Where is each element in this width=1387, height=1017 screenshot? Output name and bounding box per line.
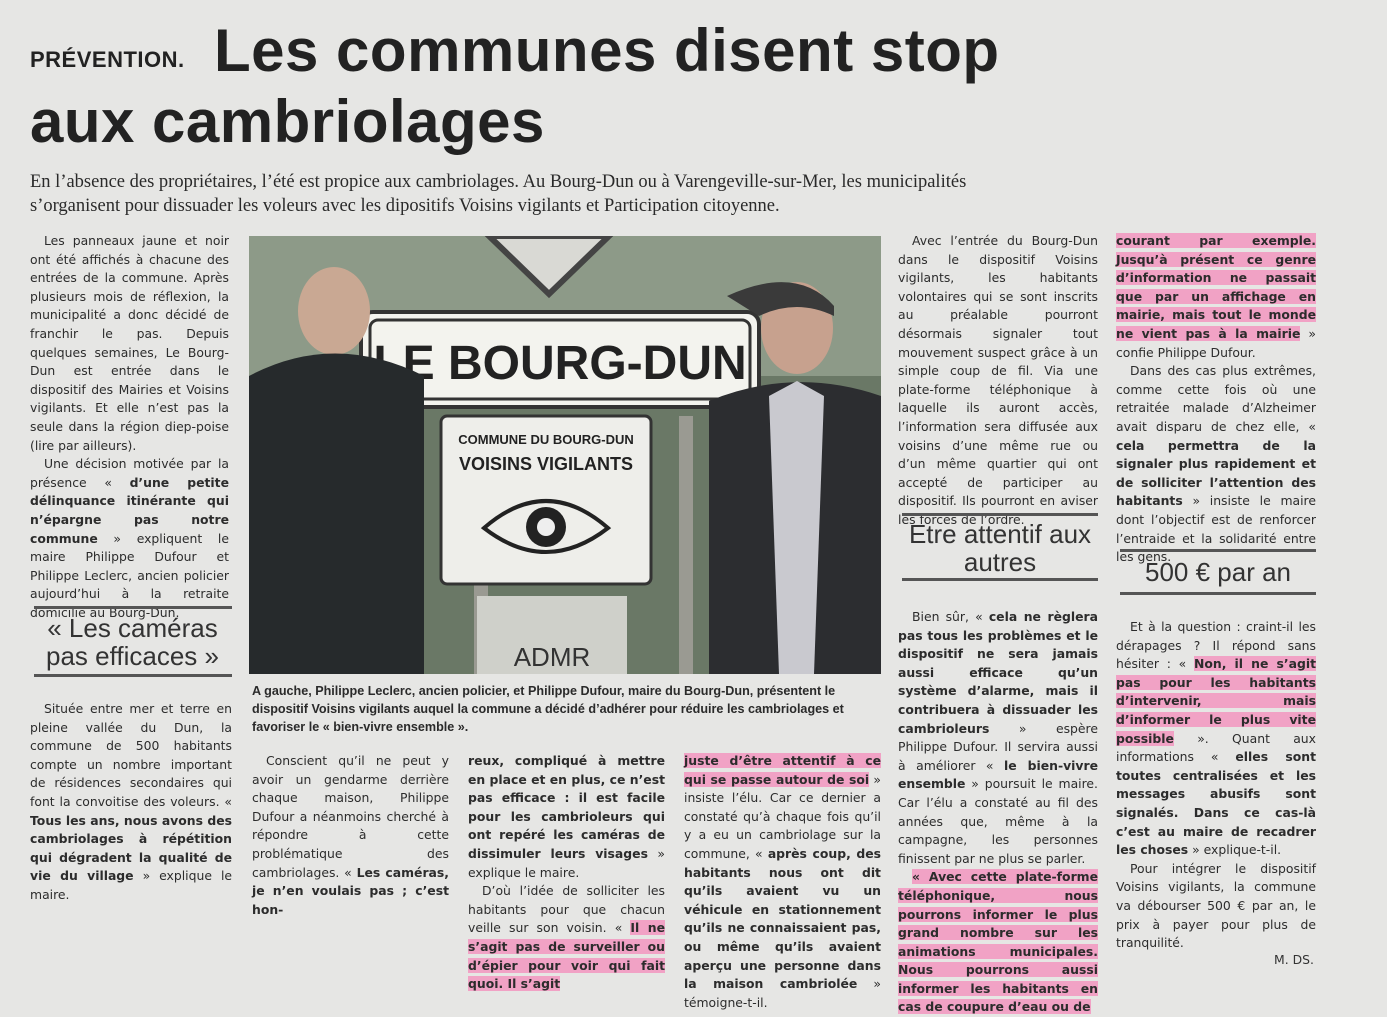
paragraph: Dans des cas plus extrêmes, comme cette … (1116, 362, 1316, 567)
text-run: Dans des cas plus extrêmes, comme cette … (1116, 363, 1316, 434)
text-run: Bien sûr, « (912, 609, 989, 624)
headline-line-1: Les communes disent stop (214, 17, 1000, 84)
paragraph: Située entre mer et terre en pleine vall… (30, 700, 232, 905)
paragraph: juste d’être attentif à ce qui se passe … (684, 752, 881, 1012)
lede: En l’absence des propriétaires, l’été es… (30, 170, 1370, 218)
kicker: PRÉVENTION. (30, 47, 185, 72)
subhead-rule-bottom (34, 674, 232, 677)
quote-text: reux, compliqué à mettre en place et en … (468, 753, 665, 861)
paragraph: Bien sûr, « cela ne règlera pas tous les… (898, 608, 1098, 868)
paragraph: Une décision motivée par la présence « d… (30, 455, 229, 622)
subhead-rule-top (902, 513, 1098, 516)
lede-line-2: s’organisent pour dissuader les voleurs … (30, 196, 780, 216)
paragraph: Pour intégrer le dispositif Voisins vigi… (1116, 860, 1316, 951)
column-4: juste d’être attentif à ce qui se passe … (684, 752, 881, 1012)
highlighted-quote: courant par exemple. Jusqu’à présent ce … (1116, 233, 1316, 341)
paragraph: Conscient qu’il ne peut y avoir un genda… (252, 752, 449, 919)
highlighted-quote: « Avec cette plate-forme téléphonique, n… (898, 869, 1098, 1015)
column-3: reux, compliqué à mettre en place et en … (468, 752, 665, 994)
subhead-rule-bottom (1120, 592, 1316, 595)
column-5-top: Avec l’entrée du Bourg-Dun dans le dispo… (898, 232, 1098, 530)
paragraph: Avec l’entrée du Bourg-Dun dans le dispo… (898, 233, 1098, 527)
author-signature: M. DS. (1274, 952, 1314, 967)
watch-sign-line-1: COMMUNE DU BOURG-DUN (458, 432, 634, 447)
quote-text: elles sont toutes centralisées et les me… (1116, 749, 1316, 858)
admr-label: ADMR (514, 642, 591, 672)
column-1-top: Les panneaux jaune et noir ont été affic… (30, 232, 229, 622)
paragraph: reux, compliqué à mettre en place et en … (468, 752, 665, 882)
subhead-cameras: « Les caméras pas efficaces » (46, 613, 219, 671)
headline-line-2: aux cambriolages (30, 88, 545, 155)
subhead-attentif: Etre attentif aux autres (908, 519, 1092, 577)
column-6-top: courant par exemple. Jusqu’à présent ce … (1116, 232, 1316, 567)
paragraph: « Avec cette plate-forme téléphonique, n… (898, 868, 1098, 1017)
column-5-bottom: Bien sûr, « cela ne règlera pas tous les… (898, 608, 1098, 1017)
photo-illustration: LE BOURG-DUN COMMUNE DU BOURG-DUN VOISIN… (249, 236, 881, 674)
photo-caption: A gauche, Philippe Leclerc, ancien polic… (252, 684, 844, 734)
paragraph: D’où l’idée de solliciter les habitants … (468, 882, 665, 994)
subhead-rule-top (34, 606, 232, 609)
text-run: Située entre mer et terre en pleine vall… (30, 701, 232, 809)
sign-post (679, 416, 693, 674)
column-1-bottom: Située entre mer et terre en pleine vall… (30, 700, 232, 905)
quote-text: après coup, des habitants nous ont dit q… (684, 845, 882, 992)
subhead-rule-top (1120, 549, 1316, 552)
paragraph: courant par exemple. Jusqu’à présent ce … (1116, 232, 1316, 362)
text-run: » explique-t-il. (1188, 842, 1282, 858)
subhead-500-euros: 500 € par an (1144, 557, 1291, 587)
subhead-rule-bottom (902, 578, 1098, 581)
photo: LE BOURG-DUN COMMUNE DU BOURG-DUN VOISIN… (249, 236, 881, 674)
watch-sign-line-2: VOISINS VIGILANTS (459, 454, 633, 474)
lede-line-1: En l’absence des propriétaires, l’été es… (30, 172, 967, 192)
town-sign-label: LE BOURG-DUN (373, 337, 746, 390)
column-2: Conscient qu’il ne peut y avoir un genda… (252, 752, 449, 919)
highlighted-quote: juste d’être attentif à ce qui se passe … (684, 753, 881, 787)
column-6-bottom: Et à la question : craint-il les dérapag… (1116, 618, 1316, 953)
paragraph: Les panneaux jaune et noir ont été affic… (30, 233, 229, 453)
paragraph: Et à la question : craint-il les dérapag… (1116, 618, 1316, 860)
text-run: Conscient qu’il ne peut y avoir un genda… (252, 753, 449, 880)
quote-text: cela ne règlera pas tous les problèmes e… (898, 609, 1098, 736)
